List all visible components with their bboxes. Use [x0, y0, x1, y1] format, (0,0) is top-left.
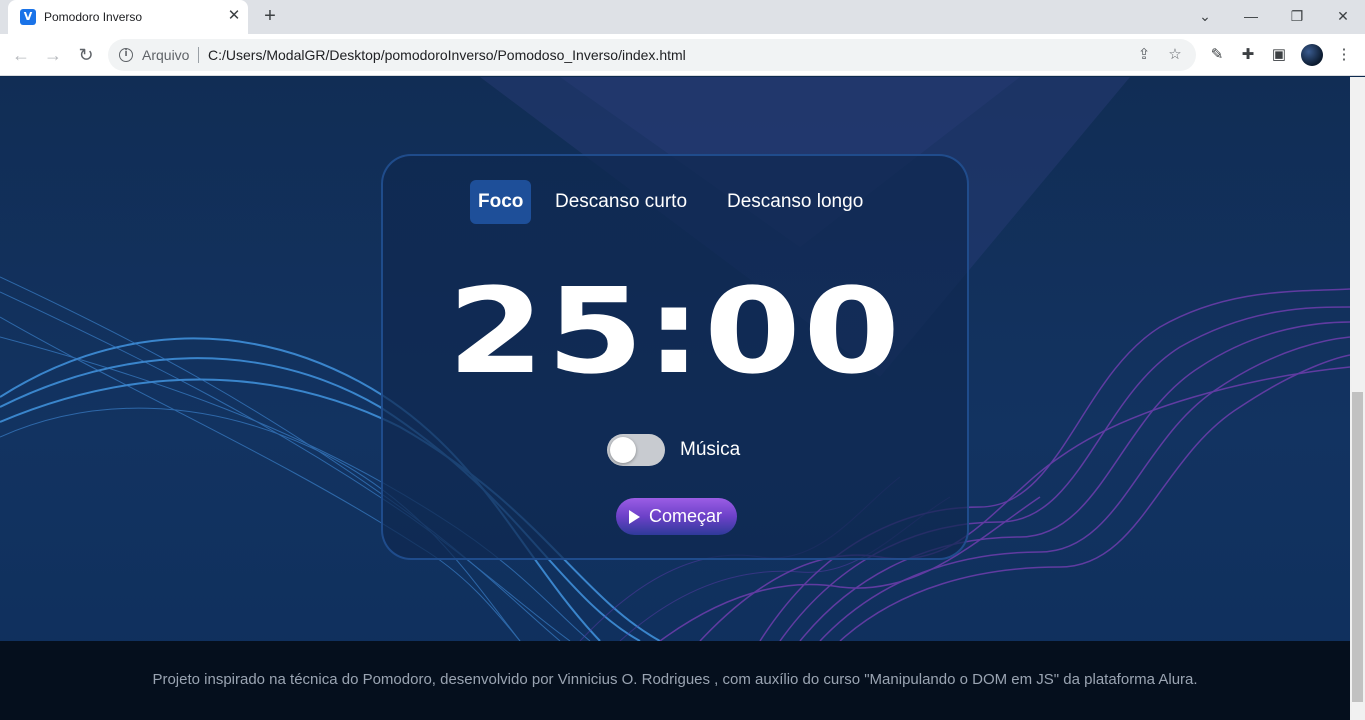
scrollbar-thumb[interactable]	[1352, 392, 1363, 702]
music-toggle[interactable]	[607, 434, 665, 466]
start-button[interactable]: Começar	[616, 498, 737, 535]
mode-button-long-break[interactable]: Descanso longo	[719, 180, 871, 224]
music-label: Música	[680, 439, 741, 460]
browser-tab-strip: V Pomodoro Inverso ✕ + ⌄ — ❐ ✕	[0, 0, 1365, 34]
address-divider	[198, 47, 199, 63]
avatar[interactable]	[1301, 44, 1323, 66]
arrow-right-icon[interactable]: →	[41, 43, 65, 67]
browser-toolbar: ← → ↻ i Arquivo C:/Users/ModalGR/Desktop…	[0, 34, 1365, 76]
arrow-left-icon[interactable]: ←	[9, 43, 33, 67]
play-icon	[629, 510, 640, 524]
share-icon[interactable]: ⇪	[1134, 45, 1154, 65]
eyedropper-icon[interactable]: ✎	[1206, 44, 1228, 66]
tab-title: Pomodoro Inverso	[44, 10, 143, 24]
puzzle-icon[interactable]: ✚	[1237, 44, 1259, 66]
footer-credits: Projeto inspirado na técnica do Pomodoro…	[152, 671, 1198, 688]
close-icon[interactable]: ✕	[226, 8, 242, 24]
mode-button-short-break[interactable]: Descanso curto	[547, 180, 695, 224]
mode-button-focus[interactable]: Foco	[470, 180, 532, 224]
address-url[interactable]: C:/Users/ModalGR/Desktop/pomodoroInverso…	[208, 47, 686, 63]
page: Foco Descanso curto Descanso longo 25:00…	[0, 77, 1350, 720]
page-scrollbar[interactable]	[1350, 77, 1365, 720]
toggle-knob	[610, 437, 636, 463]
minimize-icon[interactable]: —	[1240, 5, 1262, 27]
footer: Projeto inspirado na técnica do Pomodoro…	[0, 641, 1350, 720]
favicon-icon: V	[20, 9, 36, 25]
plus-icon[interactable]: +	[259, 5, 281, 27]
timer-display: 25:00	[447, 262, 903, 400]
address-scheme-label: Arquivo	[142, 47, 190, 63]
browser-tab[interactable]: V Pomodoro Inverso ✕	[8, 0, 248, 34]
chevron-down-icon[interactable]: ⌄	[1194, 5, 1216, 27]
star-icon[interactable]: ☆	[1165, 45, 1185, 65]
pomodoro-card: Foco Descanso curto Descanso longo 25:00…	[381, 154, 969, 560]
start-button-label: Começar	[649, 506, 723, 526]
window-close-icon[interactable]: ✕	[1332, 5, 1354, 27]
reload-icon[interactable]: ↻	[74, 43, 98, 67]
side-panel-icon[interactable]: ▣	[1268, 44, 1290, 66]
restore-icon[interactable]: ❐	[1286, 5, 1308, 27]
info-icon[interactable]: i	[119, 48, 133, 62]
address-bar[interactable]: i Arquivo C:/Users/ModalGR/Desktop/pomod…	[108, 39, 1196, 71]
kebab-menu-icon[interactable]: ⋮	[1333, 44, 1355, 66]
